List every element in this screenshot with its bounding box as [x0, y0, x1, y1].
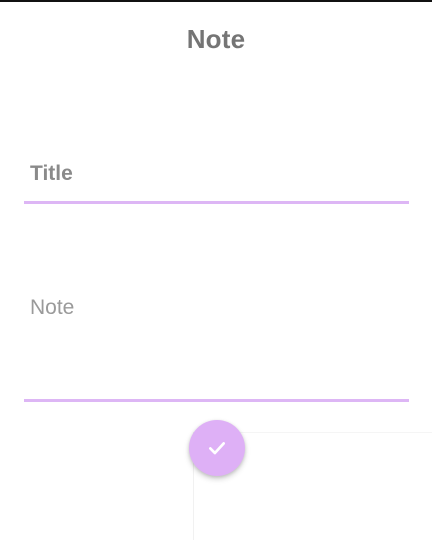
note-field[interactable] — [24, 290, 409, 402]
title-underline — [24, 201, 409, 204]
save-button[interactable] — [189, 420, 245, 476]
note-input[interactable] — [24, 296, 409, 396]
title-field[interactable] — [24, 150, 409, 204]
status-bar-edge — [0, 0, 432, 2]
check-icon — [209, 442, 225, 455]
page-title: Note — [186, 24, 246, 54]
note-editor-screen: Note — [0, 0, 432, 540]
note-underline — [24, 399, 409, 402]
title-input[interactable] — [24, 150, 409, 198]
